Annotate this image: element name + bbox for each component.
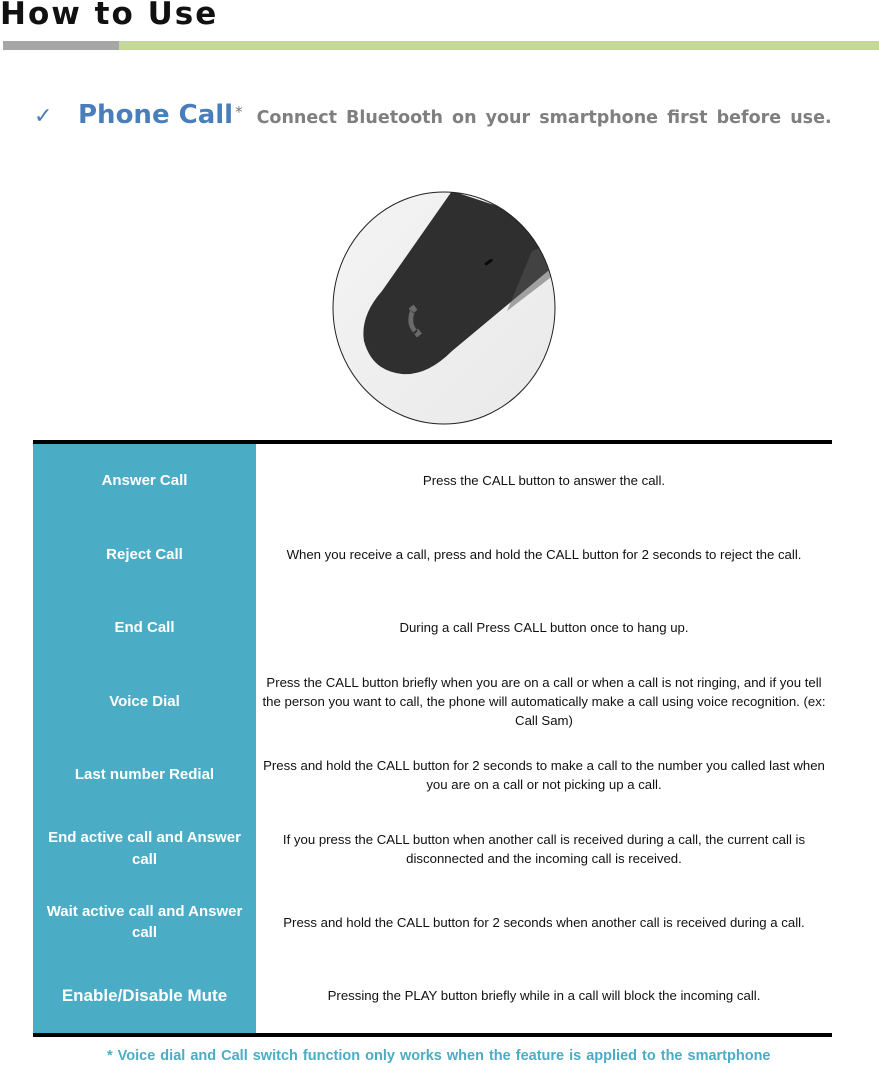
row-label: Answer Call: [33, 444, 256, 518]
footnote: * Voice dial and Call switch function on…: [107, 1048, 771, 1064]
table-row: Enable/Disable Mute Pressing the PLAY bu…: [33, 959, 832, 1033]
row-label: Last number Redial: [33, 738, 256, 812]
function-table: Answer Call Press the CALL button to ans…: [33, 440, 832, 1037]
row-description: Press the CALL button briefly when you a…: [262, 674, 826, 729]
headset-button-image: [332, 191, 556, 425]
asterisk: *: [235, 103, 243, 121]
row-label: Enable/Disable Mute: [33, 959, 256, 1033]
title-underline-green: [119, 41, 879, 50]
table-row: Last number Redial Press and hold the CA…: [33, 738, 832, 812]
table-row: Voice Dial Press the CALL button briefly…: [33, 664, 832, 739]
table-row: End active call and Answer call If you p…: [33, 811, 832, 886]
check-icon: ✓: [34, 104, 53, 129]
section-note: Connect Bluetooth on your smartphone fir…: [256, 108, 832, 128]
row-description: When you receive a call, press and hold …: [286, 546, 802, 562]
row-description: Press the CALL button to answer the call…: [422, 473, 666, 489]
section-heading: ✓ Phone Call * Connect Bluetooth on your…: [34, 100, 832, 140]
table-row: Wait active call and Answer call Press a…: [33, 885, 832, 960]
row-label: End active call and Answer call: [33, 811, 256, 886]
row-description: If you press the CALL button when anothe…: [282, 831, 806, 866]
table-row: Reject Call When you receive a call, pre…: [33, 517, 832, 592]
section-title: Phone Call: [78, 100, 234, 130]
row-description: Press and hold the CALL button for 2 sec…: [283, 914, 805, 930]
row-label: Voice Dial: [33, 664, 256, 739]
title-underline-gray: [3, 41, 119, 50]
table-row: End Call During a call Press CALL button…: [33, 591, 832, 665]
row-label: End Call: [33, 591, 256, 665]
row-label: Wait active call and Answer call: [33, 885, 256, 960]
row-description: Press and hold the CALL button for 2 sec…: [263, 758, 825, 793]
table-row: Answer Call Press the CALL button to ans…: [33, 444, 832, 518]
row-description: During a call Press CALL button once to …: [399, 620, 689, 636]
row-label: Reject Call: [33, 517, 256, 592]
row-description: Pressing the PLAY button briefly while i…: [327, 988, 761, 1004]
page-title: How to Use: [0, 0, 219, 32]
